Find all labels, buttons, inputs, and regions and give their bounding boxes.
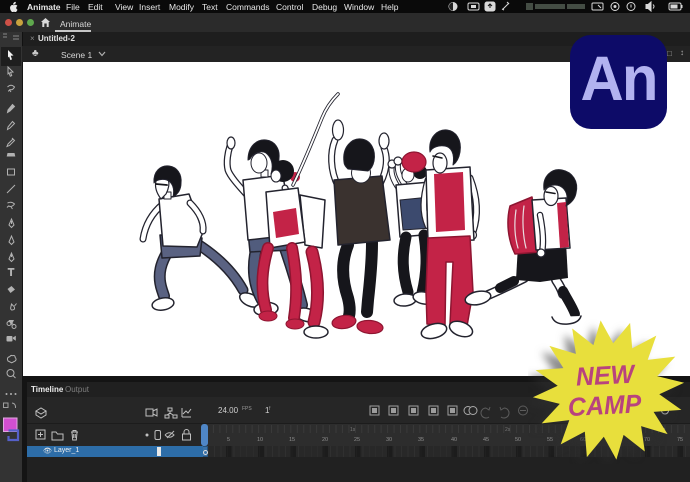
svg-text:24.00: 24.00 [218, 406, 239, 415]
svg-text:1s: 1s [350, 427, 356, 433]
svg-text:T: T [8, 268, 14, 279]
svg-text:CAMP: CAMP [567, 390, 643, 422]
svg-text:FPS: FPS [242, 406, 252, 412]
svg-text:NEW: NEW [575, 360, 637, 392]
svg-text:f: f [269, 406, 271, 412]
svg-text:2s: 2s [505, 427, 511, 433]
